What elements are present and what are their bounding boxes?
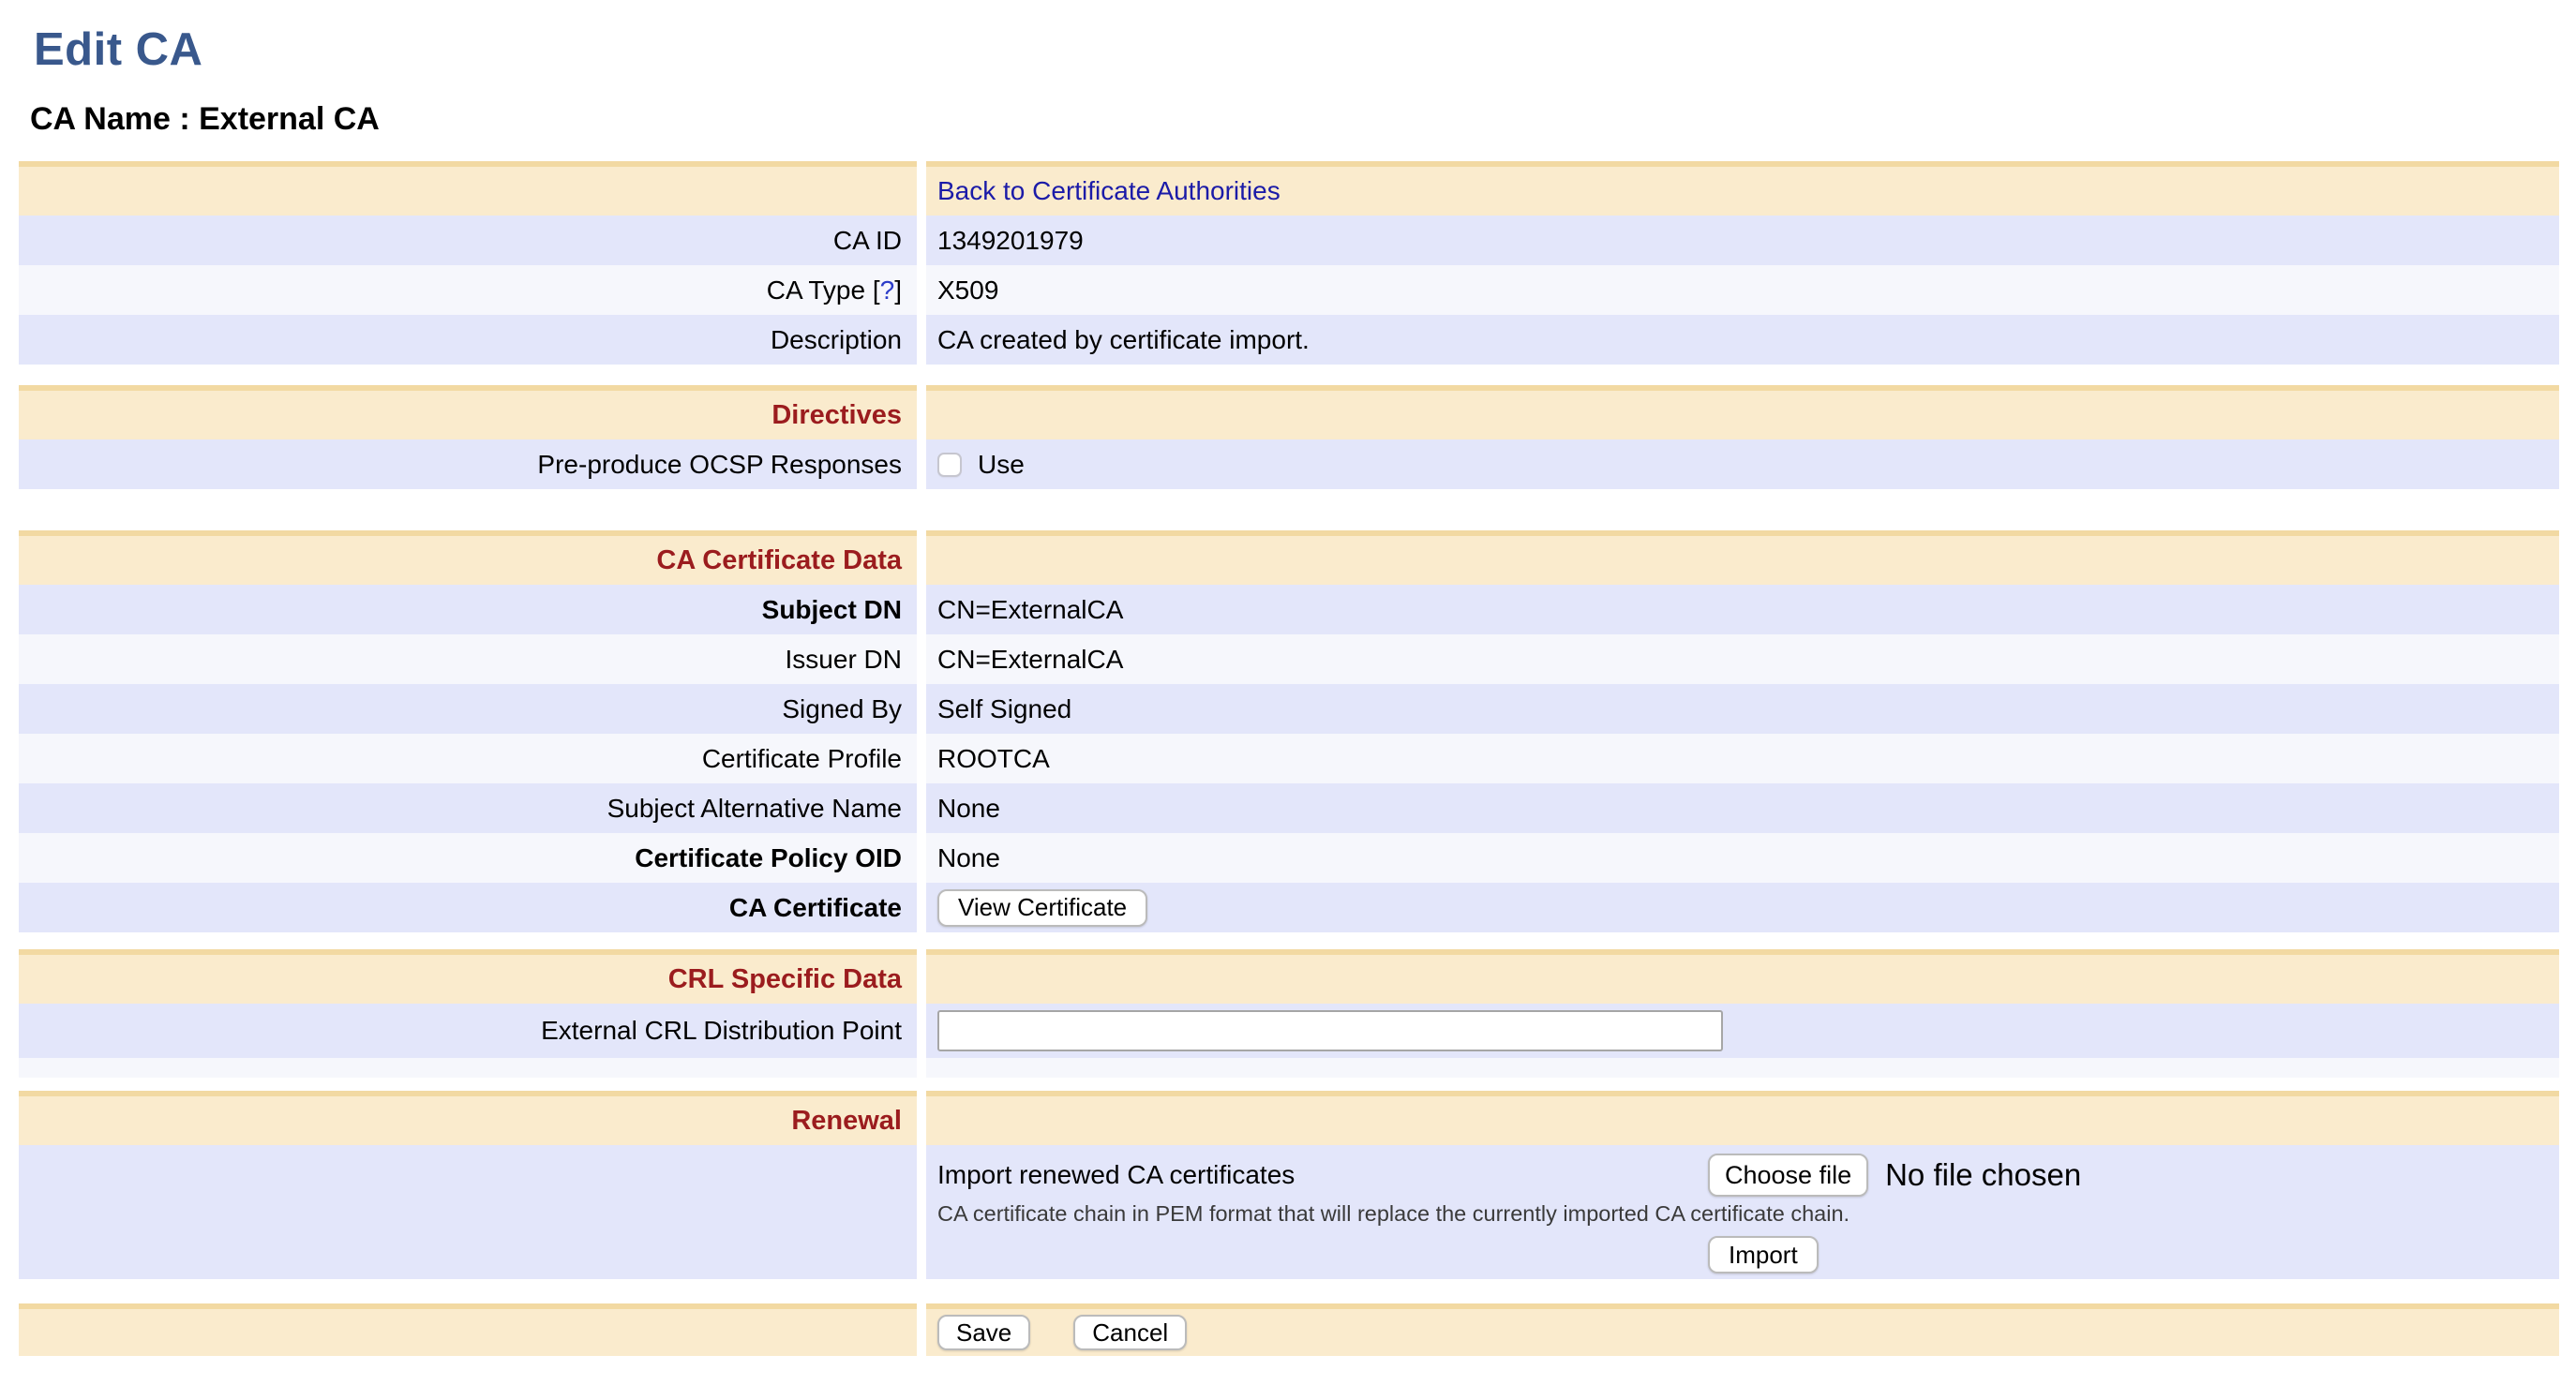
general-table: Back to Certificate Authorities CA ID 13… bbox=[19, 161, 2559, 365]
table-row: Subject Alternative Name None bbox=[19, 783, 2559, 833]
directives-header-row: Directives bbox=[19, 385, 2559, 439]
renewal-header-row: Renewal bbox=[19, 1091, 2559, 1145]
directives-table: Directives Pre-produce OCSP Responses Us… bbox=[19, 385, 2559, 489]
save-button[interactable]: Save bbox=[937, 1315, 1030, 1350]
signed-by-value: Self Signed bbox=[937, 694, 1071, 724]
external-crl-distribution-point-input[interactable] bbox=[937, 1010, 1723, 1051]
use-ocsp-checkbox[interactable] bbox=[937, 453, 962, 477]
table-row: CA Type [?] X509 bbox=[19, 265, 2559, 315]
subject-dn-value: CN=ExternalCA bbox=[937, 595, 1123, 625]
ca-type-help-link[interactable]: ? bbox=[880, 276, 895, 305]
table-row: Subject DN CN=ExternalCA bbox=[19, 585, 2559, 634]
ca-id-label: CA ID bbox=[833, 226, 902, 256]
table-row: CA ID 1349201979 bbox=[19, 216, 2559, 265]
table-row bbox=[19, 1058, 2559, 1078]
external-crl-distribution-point-label: External CRL Distribution Point bbox=[541, 1016, 902, 1046]
import-button[interactable]: Import bbox=[1708, 1236, 1819, 1273]
preproduce-ocsp-label: Pre-produce OCSP Responses bbox=[537, 450, 902, 480]
file-status-text: No file chosen bbox=[1885, 1157, 2081, 1193]
ca-certificate-data-header-row: CA Certificate Data bbox=[19, 530, 2559, 585]
certificate-policy-oid-label: Certificate Policy OID bbox=[635, 843, 902, 873]
subject-alternative-name-value: None bbox=[937, 794, 1000, 824]
certificate-profile-label: Certificate Profile bbox=[702, 744, 902, 774]
ca-type-label: CA Type [?] bbox=[767, 276, 902, 305]
cancel-button[interactable]: Cancel bbox=[1073, 1315, 1187, 1350]
crl-section-title: CRL Specific Data bbox=[668, 964, 902, 995]
view-certificate-button[interactable]: View Certificate bbox=[937, 889, 1147, 927]
general-header-row: Back to Certificate Authorities bbox=[19, 161, 2559, 216]
ca-certificate-data-section-title: CA Certificate Data bbox=[656, 545, 902, 576]
signed-by-label: Signed By bbox=[782, 694, 902, 724]
footer-row: Save Cancel bbox=[19, 1303, 2559, 1356]
ca-certificate-label: CA Certificate bbox=[729, 893, 902, 923]
issuer-dn-value: CN=ExternalCA bbox=[937, 645, 1123, 675]
ca-name-heading: CA Name : External CA bbox=[30, 102, 2576, 137]
footer-actions-table: Save Cancel bbox=[19, 1303, 2559, 1356]
table-row: Certificate Profile ROOTCA bbox=[19, 734, 2559, 783]
description-value: CA created by certificate import. bbox=[937, 325, 1310, 355]
description-label: Description bbox=[771, 325, 902, 355]
table-row: Description CA created by certificate im… bbox=[19, 315, 2559, 365]
table-row: Certificate Policy OID None bbox=[19, 833, 2559, 883]
crl-header-row: CRL Specific Data bbox=[19, 949, 2559, 1004]
certificate-profile-value: ROOTCA bbox=[937, 744, 1050, 774]
table-row: Signed By Self Signed bbox=[19, 684, 2559, 734]
use-ocsp-checkbox-label: Use bbox=[978, 450, 1025, 480]
crl-specific-data-table: CRL Specific Data External CRL Distribut… bbox=[19, 949, 2559, 1078]
table-row: Issuer DN CN=ExternalCA bbox=[19, 634, 2559, 684]
file-upload-control: Choose file No file chosen bbox=[1708, 1153, 2559, 1198]
ca-id-value: 1349201979 bbox=[937, 226, 1084, 256]
issuer-dn-label: Issuer DN bbox=[786, 645, 902, 675]
ca-certificate-data-table: CA Certificate Data Subject DN CN=Extern… bbox=[19, 530, 2559, 932]
ca-type-value: X509 bbox=[937, 276, 998, 305]
import-renewed-ca-certificates-label: Import renewed CA certificates bbox=[937, 1160, 1295, 1190]
renewal-help-text: CA certificate chain in PEM format that … bbox=[937, 1201, 2559, 1227]
general-header-label-cell bbox=[19, 161, 917, 216]
renewal-section-title: Renewal bbox=[791, 1106, 902, 1137]
renewal-table: Renewal Import renewed CA certificates C… bbox=[19, 1091, 2559, 1279]
table-row: Pre-produce OCSP Responses Use bbox=[19, 439, 2559, 489]
directives-section-title: Directives bbox=[771, 400, 902, 431]
table-row: CA Certificate View Certificate bbox=[19, 883, 2559, 932]
table-row: Import renewed CA certificates Choose fi… bbox=[19, 1145, 2559, 1279]
certificate-policy-oid-value: None bbox=[937, 843, 1000, 873]
choose-file-button[interactable]: Choose file bbox=[1708, 1154, 1868, 1197]
back-to-certificate-authorities-link[interactable]: Back to Certificate Authorities bbox=[937, 176, 1281, 206]
subject-alternative-name-label: Subject Alternative Name bbox=[607, 794, 902, 824]
page-title: Edit CA bbox=[34, 24, 2576, 76]
table-row: External CRL Distribution Point bbox=[19, 1004, 2559, 1058]
subject-dn-label: Subject DN bbox=[762, 595, 902, 625]
